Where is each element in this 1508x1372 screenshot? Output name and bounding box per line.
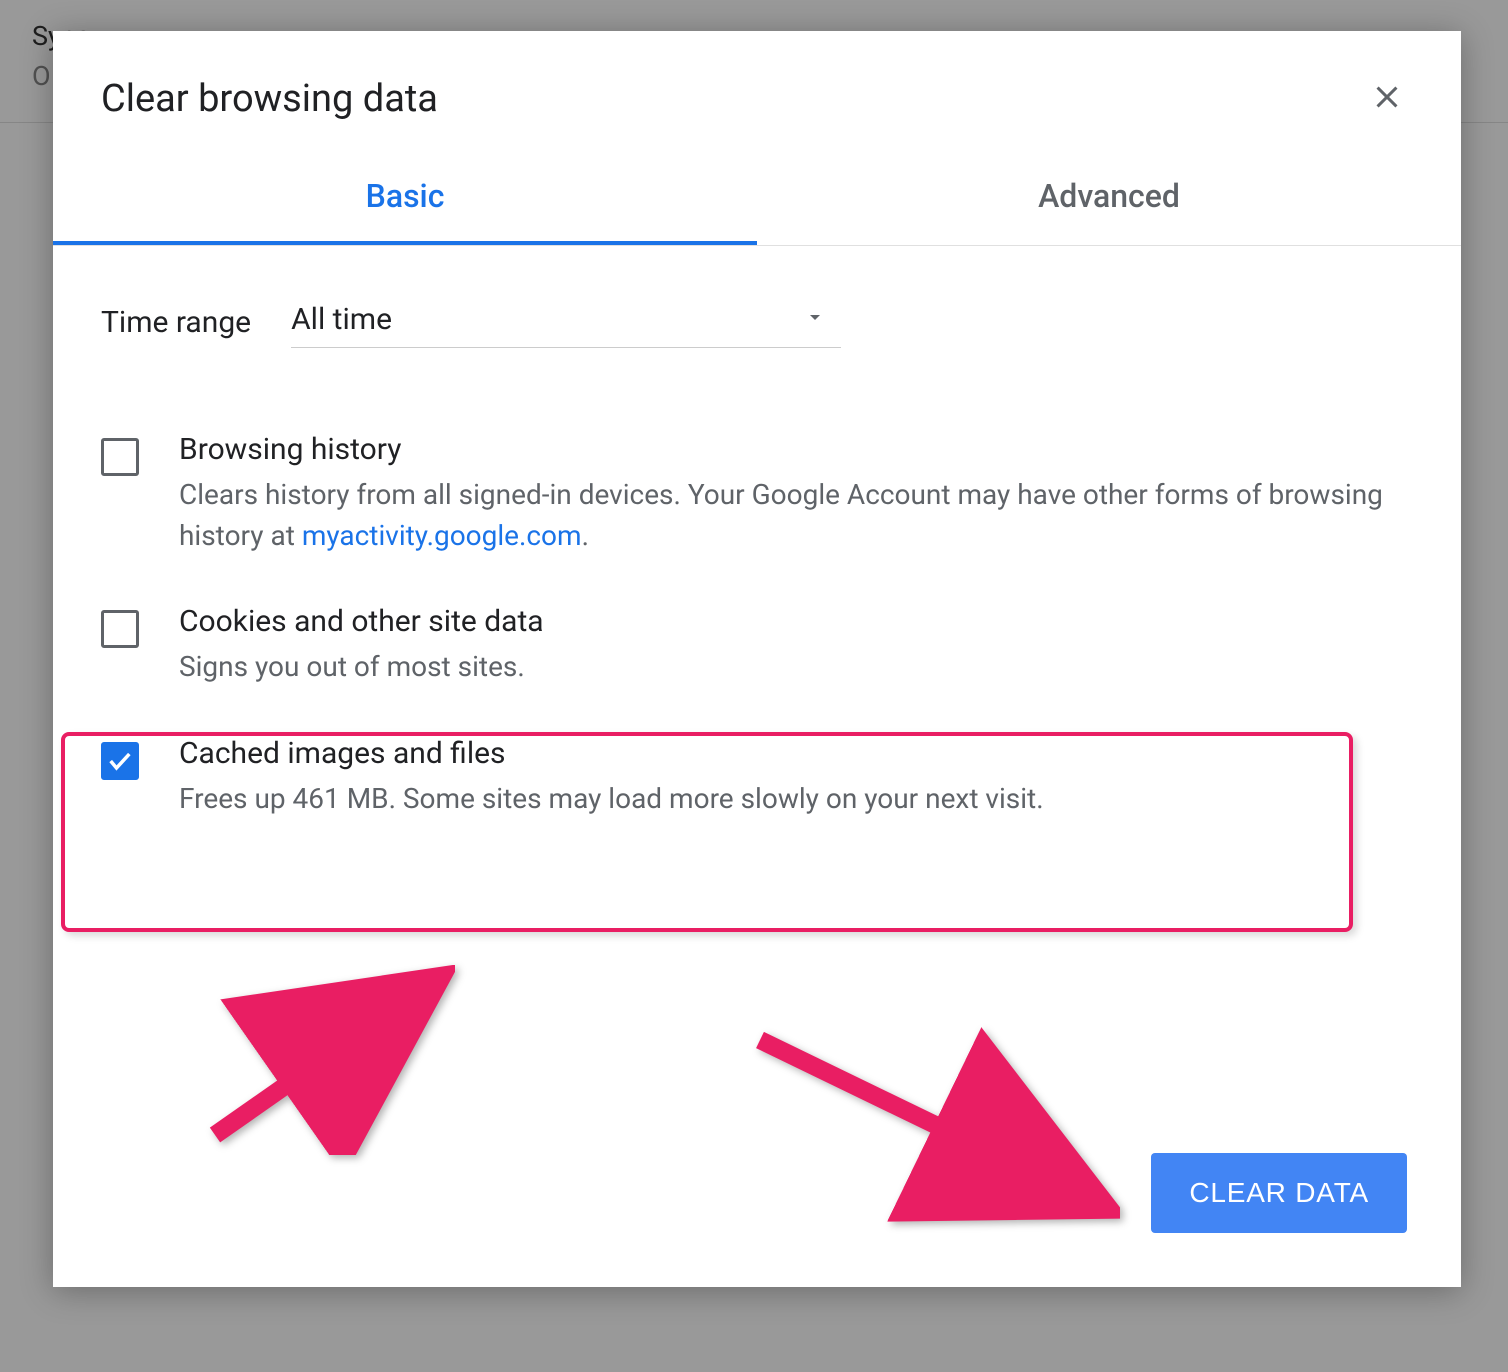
dialog-title: Clear browsing data bbox=[101, 77, 438, 121]
time-range-row: Time range All time bbox=[101, 296, 1413, 348]
option-title: Cookies and other site data bbox=[179, 604, 1413, 639]
option-browsing-history: Browsing history Clears history from all… bbox=[101, 418, 1413, 590]
dialog-footer: CANCEL CLEAR DATA bbox=[53, 1123, 1461, 1287]
chevron-down-icon bbox=[803, 302, 827, 337]
close-button[interactable] bbox=[1361, 71, 1413, 127]
option-text: Cached images and files Frees up 461 MB.… bbox=[179, 736, 1413, 820]
time-range-value: All time bbox=[291, 302, 392, 337]
checkbox-browsing-history[interactable] bbox=[101, 438, 139, 476]
option-cookies: Cookies and other site data Signs you ou… bbox=[101, 590, 1413, 722]
dialog-body: Time range All time Browsing history Cle… bbox=[53, 246, 1461, 903]
option-title: Browsing history bbox=[179, 432, 1413, 467]
tabs: Basic Advanced bbox=[53, 151, 1461, 246]
option-cached: Cached images and files Frees up 461 MB.… bbox=[101, 722, 1413, 864]
check-icon bbox=[106, 747, 134, 775]
tab-advanced[interactable]: Advanced bbox=[757, 151, 1461, 245]
tab-basic[interactable]: Basic bbox=[53, 151, 757, 245]
option-list: Browsing history Clears history from all… bbox=[101, 418, 1413, 863]
time-range-label: Time range bbox=[101, 305, 251, 340]
option-title: Cached images and files bbox=[179, 736, 1413, 771]
option-desc: Clears history from all signed-in device… bbox=[179, 475, 1413, 556]
checkbox-cookies[interactable] bbox=[101, 610, 139, 648]
clear-data-button[interactable]: CLEAR DATA bbox=[1151, 1153, 1407, 1233]
dialog-header: Clear browsing data bbox=[53, 31, 1461, 151]
cancel-button[interactable]: CANCEL bbox=[975, 1157, 1112, 1229]
option-desc: Frees up 461 MB. Some sites may load mor… bbox=[179, 779, 1413, 820]
option-text: Browsing history Clears history from all… bbox=[179, 432, 1413, 556]
myactivity-link[interactable]: myactivity.google.com bbox=[302, 519, 582, 552]
option-desc: Signs you out of most sites. bbox=[179, 647, 1413, 688]
close-icon bbox=[1369, 79, 1405, 115]
option-text: Cookies and other site data Signs you ou… bbox=[179, 604, 1413, 688]
checkbox-cached[interactable] bbox=[101, 742, 139, 780]
time-range-select[interactable]: All time bbox=[291, 296, 841, 348]
clear-browsing-data-dialog: Clear browsing data Basic Advanced Time … bbox=[53, 31, 1461, 1287]
